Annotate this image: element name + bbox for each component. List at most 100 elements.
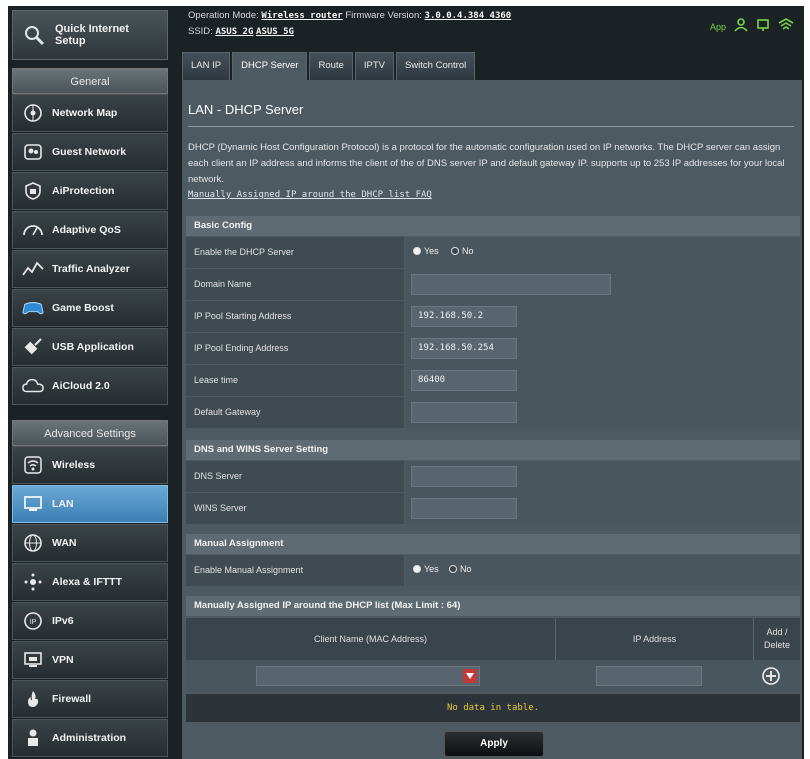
page-title: LAN - DHCP Server: [188, 102, 304, 117]
default-gateway-value: [405, 397, 800, 428]
lease-time-input[interactable]: 86400: [411, 370, 517, 391]
wins-server-value: [405, 493, 800, 524]
pool-end-input[interactable]: 192.168.50.254: [411, 338, 517, 359]
client-name-select[interactable]: [256, 666, 480, 686]
sidebar-item-lan[interactable]: LAN: [12, 485, 168, 523]
operation-mode-label: Operation Mode:: [188, 10, 259, 21]
manual-no-radio[interactable]: No: [449, 564, 472, 574]
dns-server-input[interactable]: [411, 466, 517, 487]
default-gateway-row: Default Gateway: [186, 397, 800, 429]
sidebar-item-aicloud[interactable]: AiCloud 2.0: [12, 367, 168, 405]
sidebar-item-label: VPN: [52, 654, 74, 666]
tab-dhcp-server[interactable]: DHCP Server: [232, 52, 308, 80]
sidebar: Quick Internet Setup General Network Map…: [12, 10, 168, 759]
sidebar-item-label: Traffic Analyzer: [52, 263, 130, 275]
no-data-message: No data in table.: [186, 694, 800, 722]
manual-list-input-row: [186, 660, 800, 692]
user-icon[interactable]: [734, 18, 748, 35]
dhcp-no-radio[interactable]: No: [451, 246, 474, 256]
page-description: DHCP (Dynamic Host Configuration Protoco…: [188, 142, 785, 185]
network-status-icon[interactable]: [778, 18, 794, 35]
globe-icon: [22, 532, 44, 554]
sidebar-item-firewall[interactable]: Firewall: [12, 680, 168, 718]
dns-wins-header: DNS and WINS Server Setting: [186, 440, 800, 460]
dns-server-row: DNS Server: [186, 461, 800, 493]
traffic-icon: [22, 258, 44, 280]
domain-name-label: Domain Name: [186, 269, 404, 300]
sidebar-item-wan[interactable]: WAN: [12, 524, 168, 562]
sidebar-item-label: Administration: [52, 732, 127, 744]
tab-route[interactable]: Route: [309, 52, 353, 80]
enable-manual-row: Enable Manual Assignment Yes No: [186, 555, 800, 587]
domain-name-input[interactable]: [411, 274, 611, 295]
cloud-icon: [22, 375, 44, 397]
default-gateway-input[interactable]: [411, 402, 517, 423]
ip-address-input[interactable]: [596, 666, 702, 686]
lease-time-label: Lease time: [186, 365, 404, 396]
lease-time-row: Lease time 86400: [186, 365, 800, 397]
tab-iptv[interactable]: IPTV: [354, 52, 394, 80]
pool-end-value: 192.168.50.254: [405, 333, 800, 364]
speedometer-icon: [22, 219, 44, 241]
ssid-line: SSID: ASUS_2G ASUS_5G: [188, 26, 294, 37]
domain-name-row: Domain Name: [186, 269, 800, 301]
pool-start-value: 192.168.50.2: [405, 301, 800, 332]
add-icon[interactable]: [761, 666, 781, 686]
tab-switch-control[interactable]: Switch Control: [395, 52, 476, 80]
tab-lan-ip[interactable]: LAN IP: [182, 52, 231, 80]
firmware-link[interactable]: 3.0.0.4.384_4360: [425, 11, 512, 21]
status-icons: App: [710, 18, 794, 35]
apply-button[interactable]: Apply: [444, 731, 544, 757]
sidebar-item-label: Wireless: [52, 459, 96, 471]
wins-server-label: WINS Server: [186, 493, 404, 524]
sidebar-item-label: Guest Network: [52, 146, 127, 158]
pool-end-row: IP Pool Ending Address 192.168.50.254: [186, 333, 800, 365]
sidebar-item-label: USB Application: [52, 341, 134, 353]
sidebar-item-label: Game Boost: [52, 302, 114, 314]
sidebar-item-traffic-analyzer[interactable]: Traffic Analyzer: [12, 250, 168, 288]
sidebar-item-label: AiCloud 2.0: [52, 380, 110, 392]
ssid-label: SSID:: [188, 26, 213, 37]
usb-status-icon[interactable]: [756, 18, 770, 35]
lease-time-value: 86400: [405, 365, 800, 396]
ssid-2g: ASUS_2G: [215, 27, 254, 37]
sidebar-item-wireless[interactable]: Wireless: [12, 446, 168, 484]
manual-yes-radio[interactable]: Yes: [413, 564, 439, 574]
admin-icon: [22, 727, 44, 749]
sidebar-item-guest-network[interactable]: Guest Network: [12, 133, 168, 171]
wins-server-input[interactable]: [411, 498, 517, 519]
sidebar-item-alexa-ifttt[interactable]: Alexa & IFTTT: [12, 563, 168, 601]
sidebar-item-aiprotection[interactable]: AiProtection: [12, 172, 168, 210]
quick-internet-setup-button[interactable]: Quick Internet Setup: [12, 10, 168, 60]
domain-name-value: [405, 269, 800, 300]
wireless-icon: [22, 454, 44, 476]
pool-start-input[interactable]: 192.168.50.2: [411, 306, 517, 327]
sidebar-item-administration[interactable]: Administration: [12, 719, 168, 757]
chevron-down-icon[interactable]: [463, 669, 477, 683]
pool-start-label: IP Pool Starting Address: [186, 301, 404, 332]
sidebar-item-label: Network Map: [52, 107, 118, 119]
lan-tabs: LAN IP DHCP Server Route IPTV Switch Con…: [182, 52, 476, 80]
operation-mode-link[interactable]: Wireless router: [261, 11, 342, 21]
general-header: General: [12, 68, 168, 94]
quick-setup-icon: [21, 22, 47, 48]
pool-end-label: IP Pool Ending Address: [186, 333, 404, 364]
sidebar-item-game-boost[interactable]: Game Boost: [12, 289, 168, 327]
sidebar-item-usb-application[interactable]: USB Application: [12, 328, 168, 366]
radio-selected-indicator: [413, 247, 421, 255]
dhcp-yes-radio[interactable]: Yes: [413, 246, 439, 256]
faq-link[interactable]: Manually Assigned IP around the DHCP lis…: [188, 190, 432, 200]
enable-dhcp-value: Yes No: [405, 237, 800, 268]
sidebar-item-ipv6[interactable]: IP IPv6: [12, 602, 168, 640]
enable-dhcp-row: Enable the DHCP Server Yes No: [186, 237, 800, 269]
sidebar-item-adaptive-qos[interactable]: Adaptive QoS: [12, 211, 168, 249]
sidebar-item-network-map[interactable]: Network Map: [12, 94, 168, 132]
sidebar-item-label: AiProtection: [52, 185, 115, 197]
radio-indicator: [449, 565, 457, 573]
svg-text:IP: IP: [30, 619, 37, 626]
manual-assignment-header: Manual Assignment: [186, 534, 800, 554]
enable-dhcp-label: Enable the DHCP Server: [186, 237, 404, 268]
dns-server-value: [405, 461, 800, 492]
sidebar-item-vpn[interactable]: VPN: [12, 641, 168, 679]
app-link[interactable]: App: [710, 22, 726, 32]
